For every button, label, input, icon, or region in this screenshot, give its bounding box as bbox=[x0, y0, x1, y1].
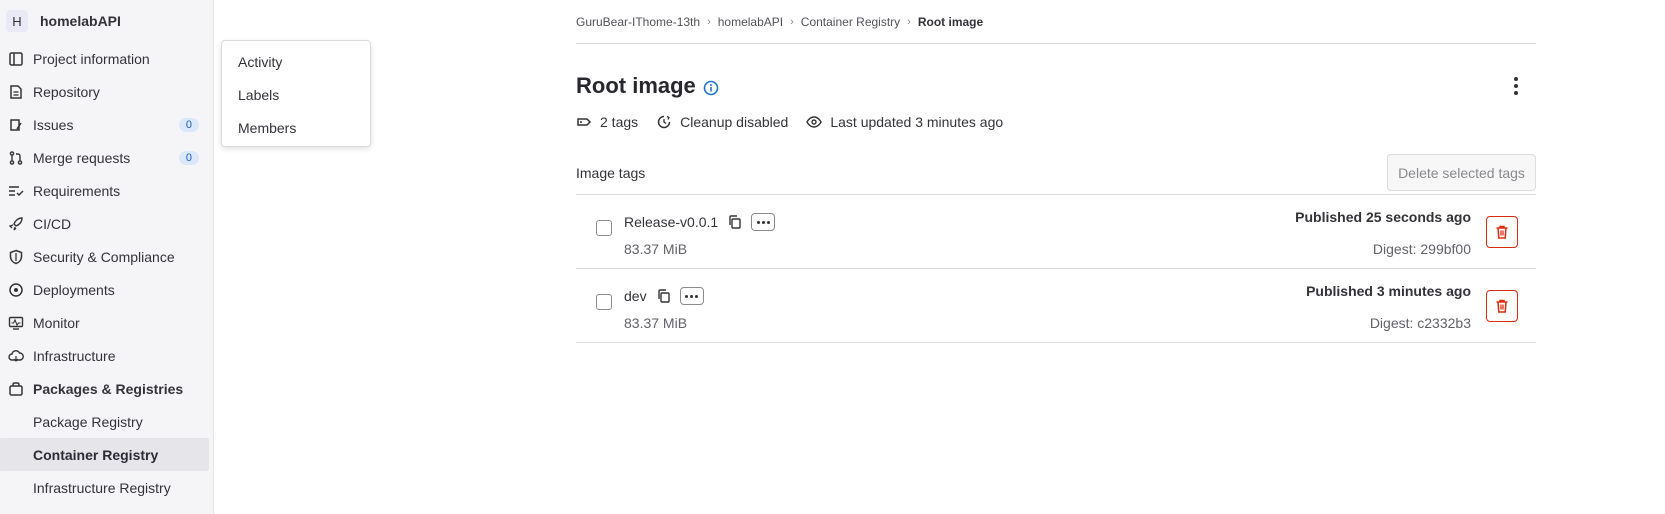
chevron-right-icon: › bbox=[790, 15, 794, 28]
tag-name: dev bbox=[624, 288, 647, 304]
sidebar-item-label: Repository bbox=[33, 83, 100, 100]
sidebar: H homelabAPI Project information Reposit… bbox=[0, 0, 214, 514]
tag-name-group: Release-v0.0.1 bbox=[624, 212, 776, 232]
issues-count-badge: 0 bbox=[178, 117, 199, 132]
cleanup-clock-icon bbox=[657, 115, 671, 129]
sidebar-item-label: Monitor bbox=[33, 314, 80, 331]
image-tags-title: Image tags bbox=[576, 164, 646, 181]
requirements-icon bbox=[8, 183, 24, 199]
chevron-right-icon: › bbox=[707, 15, 711, 28]
tag-name: Release-v0.0.1 bbox=[624, 214, 719, 230]
tag-digest: Digest: 299bf00 bbox=[1372, 241, 1471, 257]
tag-size: 83.37 MiB bbox=[624, 315, 688, 331]
repository-icon bbox=[8, 84, 24, 100]
sidebar-item-issues[interactable]: Issues 0 bbox=[0, 108, 213, 141]
project-header[interactable]: H homelabAPI bbox=[0, 0, 213, 42]
merge-requests-count-badge: 0 bbox=[178, 150, 199, 165]
delete-tag-button[interactable] bbox=[1486, 216, 1518, 248]
breadcrumb-item-current[interactable]: Root image bbox=[918, 15, 983, 29]
page-header: Root image bbox=[576, 70, 1536, 102]
last-updated: Last updated 3 minutes ago bbox=[806, 114, 1003, 130]
delete-tag-button[interactable] bbox=[1486, 290, 1518, 322]
more-actions-icon[interactable] bbox=[1506, 76, 1526, 96]
sidebar-item-project-information[interactable]: Project information bbox=[0, 42, 213, 75]
flyout-item-activity[interactable]: Activity bbox=[222, 45, 370, 78]
tag-name-group: dev bbox=[624, 286, 704, 306]
sidebar-subitem-package-registry[interactable]: Package Registry bbox=[0, 405, 213, 438]
chevron-right-icon: › bbox=[907, 15, 911, 28]
cleanup-status: Cleanup disabled bbox=[656, 114, 788, 130]
copy-icon[interactable] bbox=[656, 288, 672, 304]
sidebar-item-monitor[interactable]: Monitor bbox=[0, 306, 213, 339]
tag-checkbox[interactable] bbox=[596, 294, 612, 310]
cleanup-status-text: Cleanup disabled bbox=[680, 114, 789, 130]
tags-count-text: 2 tags bbox=[600, 114, 639, 130]
sidebar-item-packages-registries[interactable]: Packages & Registries bbox=[0, 372, 213, 405]
image-tags-header: Image tags Delete selected tags bbox=[576, 153, 1536, 195]
image-details: 2 tags Cleanup disabled Last updated 3 m… bbox=[576, 111, 1536, 133]
sidebar-item-label: Infrastructure bbox=[33, 347, 116, 364]
package-icon bbox=[8, 381, 24, 397]
project-avatar: H bbox=[6, 10, 28, 32]
copy-icon[interactable] bbox=[727, 214, 743, 230]
deployments-icon bbox=[8, 282, 24, 298]
sidebar-item-label: Requirements bbox=[33, 182, 121, 199]
sidebar-item-label: Issues bbox=[33, 116, 74, 133]
project-information-flyout: Activity Labels Members bbox=[221, 40, 371, 147]
tag-row: Release-v0.0.1 83.37 MiB Published 25 se… bbox=[576, 195, 1536, 269]
project-icon bbox=[8, 51, 24, 67]
breadcrumb-item-container-registry[interactable]: Container Registry bbox=[801, 15, 900, 29]
cloud-icon bbox=[8, 348, 24, 364]
sidebar-item-label: Security & Compliance bbox=[33, 248, 175, 265]
monitor-icon bbox=[8, 315, 24, 331]
ellipsis-icon[interactable] bbox=[679, 287, 704, 305]
sidebar-item-label: Packages & Registries bbox=[33, 380, 184, 397]
sidebar-item-cicd[interactable]: CI/CD bbox=[0, 207, 213, 240]
tag-published: Published 3 minutes ago bbox=[1306, 283, 1471, 299]
trash-icon bbox=[1496, 299, 1508, 313]
tag-size: 83.37 MiB bbox=[624, 241, 688, 257]
sidebar-subitem-container-registry[interactable]: Container Registry bbox=[0, 438, 209, 471]
trash-icon bbox=[1496, 225, 1508, 239]
sidebar-item-label: CI/CD bbox=[33, 215, 72, 232]
tag-icon bbox=[577, 118, 592, 126]
sidebar-item-merge-requests[interactable]: Merge requests 0 bbox=[0, 141, 213, 174]
page-title: Root image bbox=[576, 73, 696, 98]
sidebar-item-repository[interactable]: Repository bbox=[0, 75, 213, 108]
tag-row: dev 83.37 MiB Published 3 minutes ago Di… bbox=[576, 269, 1536, 343]
tag-published: Published 25 seconds ago bbox=[1295, 209, 1471, 225]
sidebar-subitem-infrastructure-registry[interactable]: Infrastructure Registry bbox=[0, 471, 213, 504]
breadcrumb-item-project[interactable]: homelabAPI bbox=[718, 15, 783, 29]
tags-count: 2 tags bbox=[576, 114, 638, 130]
sidebar-item-label: Deployments bbox=[33, 281, 115, 298]
eye-icon bbox=[806, 116, 823, 128]
delete-selected-tags-button[interactable]: Delete selected tags bbox=[1387, 154, 1536, 191]
issues-icon bbox=[8, 117, 24, 133]
shield-icon bbox=[8, 249, 24, 265]
main-content: GuruBear-IThome-13th › homelabAPI › Cont… bbox=[576, 0, 1536, 343]
flyout-item-labels[interactable]: Labels bbox=[222, 78, 370, 111]
rocket-icon bbox=[8, 216, 24, 232]
info-icon[interactable] bbox=[703, 80, 719, 96]
project-name: homelabAPI bbox=[40, 13, 121, 29]
ellipsis-icon[interactable] bbox=[751, 213, 776, 231]
sidebar-item-label: Merge requests bbox=[33, 149, 131, 166]
tag-checkbox[interactable] bbox=[596, 220, 612, 236]
sidebar-item-requirements[interactable]: Requirements bbox=[0, 174, 213, 207]
merge-request-icon bbox=[8, 150, 24, 166]
sidebar-item-security-compliance[interactable]: Security & Compliance bbox=[0, 240, 213, 273]
flyout-item-members[interactable]: Members bbox=[222, 111, 370, 144]
last-updated-text: Last updated 3 minutes ago bbox=[830, 114, 1004, 130]
sidebar-item-infrastructure[interactable]: Infrastructure bbox=[0, 339, 213, 372]
sidebar-item-label: Project information bbox=[33, 50, 150, 67]
sidebar-item-deployments[interactable]: Deployments bbox=[0, 273, 213, 306]
breadcrumb-item-group[interactable]: GuruBear-IThome-13th bbox=[576, 15, 700, 29]
tag-digest: Digest: c2332b3 bbox=[1369, 315, 1471, 331]
breadcrumb: GuruBear-IThome-13th › homelabAPI › Cont… bbox=[576, 0, 1536, 44]
